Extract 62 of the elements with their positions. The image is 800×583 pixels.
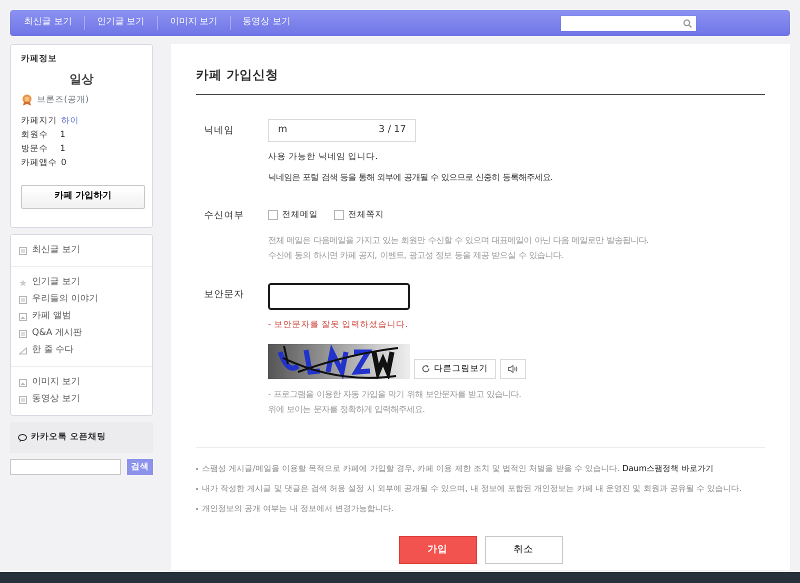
- nickname-field[interactable]: m 3 / 17: [268, 118, 416, 142]
- stat-value: 0: [61, 157, 66, 170]
- board-icon: [19, 296, 27, 304]
- field-label: 보안문자: [203, 288, 245, 302]
- character-counter: 3 / 17: [378, 123, 406, 138]
- sidebar-menu-item[interactable]: 카페 앨범: [19, 308, 144, 325]
- join-cafe-button[interactable]: 카페 가입하기: [21, 184, 145, 208]
- refresh-captcha-button[interactable]: 다른그림보기: [414, 359, 496, 380]
- nickname-note: 닉네임은 포털 검색 등을 통해 외부에 공개될 수 있으므로 신중히 등록해주세요.: [268, 170, 554, 183]
- help-text: 위에 보이는 문자를 정확하게 입력해주세요.: [268, 403, 426, 416]
- board-icon: [19, 246, 27, 254]
- board-icon: [19, 396, 27, 404]
- manager-link[interactable]: 하이: [61, 115, 79, 128]
- sidebar-menu-item[interactable]: 이미지 보기: [19, 374, 144, 391]
- sidebar-menu-item[interactable]: 최신글 보기: [19, 242, 144, 259]
- stat-label: 회원수: [21, 129, 48, 142]
- stat-label: 카페앱수: [21, 157, 57, 170]
- checkbox-option[interactable]: 전체메일: [268, 208, 318, 222]
- image-icon: [19, 312, 27, 320]
- notice-text: 개인정보의 공개 여부는 내 정보에서 변경가능합니다.: [196, 498, 765, 518]
- field-label: 수신여부: [203, 208, 245, 223]
- chat-bubble-icon: [18, 434, 27, 442]
- grade-label[interactable]: 브론즈(공개): [37, 94, 89, 106]
- stat-label: 방문수: [21, 143, 48, 156]
- nickname-value: m: [278, 123, 288, 138]
- medal-icon: [21, 94, 33, 106]
- section-heading: 카페정보: [21, 53, 58, 66]
- refresh-icon: [422, 365, 430, 374]
- image-icon: [19, 378, 27, 386]
- speaker-icon: [508, 365, 518, 374]
- search-icon: [683, 18, 692, 28]
- sidebar-menu-item[interactable]: 인기글 보기: [19, 274, 144, 291]
- sidebar-menu-item[interactable]: 동영상 보기: [19, 391, 144, 408]
- checkbox[interactable]: [268, 210, 278, 220]
- stat-value: 1: [60, 143, 66, 156]
- sidebar-menu-item[interactable]: Q&A 게시판: [19, 325, 144, 342]
- open-chat-link[interactable]: 카카오톡 오픈채팅: [10, 422, 153, 453]
- cafe-name: 일상: [68, 70, 94, 88]
- search-input[interactable]: [10, 459, 121, 475]
- star-icon: [19, 278, 27, 286]
- notice-text: 스팸성 게시글/메일을 이용할 목적으로 카페에 가입할 경우, 카페 이용 제한 조치 및 법적인 처벌을 받을 수 있습니다. Daum스팸정책 바로가기: [196, 458, 765, 478]
- checkbox-option[interactable]: 전체쪽지: [334, 208, 384, 222]
- sidebar-menu-item[interactable]: 우리들의 이야기: [19, 291, 144, 308]
- audio-button[interactable]: [500, 359, 526, 380]
- spam-policy-link[interactable]: Daum스팸정책 바로가기: [622, 463, 714, 474]
- cancel-button[interactable]: 취소: [484, 536, 562, 564]
- checkbox[interactable]: [334, 210, 344, 220]
- sidebar-menu-item[interactable]: 한 줄 수다: [19, 342, 144, 359]
- stat-value: 1: [60, 129, 66, 142]
- board-icon: [19, 330, 27, 338]
- notice-text: 내가 작성한 게시글 및 댓글은 검색 허용 설정 시 외부에 공개될 수 있으며, 내 정보에 포함된 개인정보는 카페 내 운영진 및 회원과 공유될 수 있습니다.: [196, 478, 765, 498]
- help-text: 전체 메일은 다음메일을 가지고 있는 회원만 수신할 수 있으며 대표메일이 아닌 다음 메일로만 발송됩니다.: [268, 234, 649, 247]
- pencil-icon: [19, 346, 27, 354]
- help-text: - 프로그램을 이용한 자동 가입을 막기 위해 보안문자를 받고 있습니다.: [268, 388, 522, 402]
- error-message: - 보안문자를 잘못 입력하셨습니다.: [268, 318, 409, 332]
- captcha-input[interactable]: [268, 282, 410, 310]
- field-label: 닉네임: [203, 124, 235, 138]
- page-title: 카페 가입신청: [196, 66, 765, 95]
- help-text: 수신에 동의 하시면 카페 공지, 이벤트, 광고성 정보 등을 제공 받으실 수 있습니다.: [268, 248, 565, 262]
- nickname-status: 사용 가능한 닉네임 입니다.: [268, 150, 379, 164]
- search-field[interactable]: [561, 16, 696, 30]
- stat-label: 카페지기: [21, 115, 57, 128]
